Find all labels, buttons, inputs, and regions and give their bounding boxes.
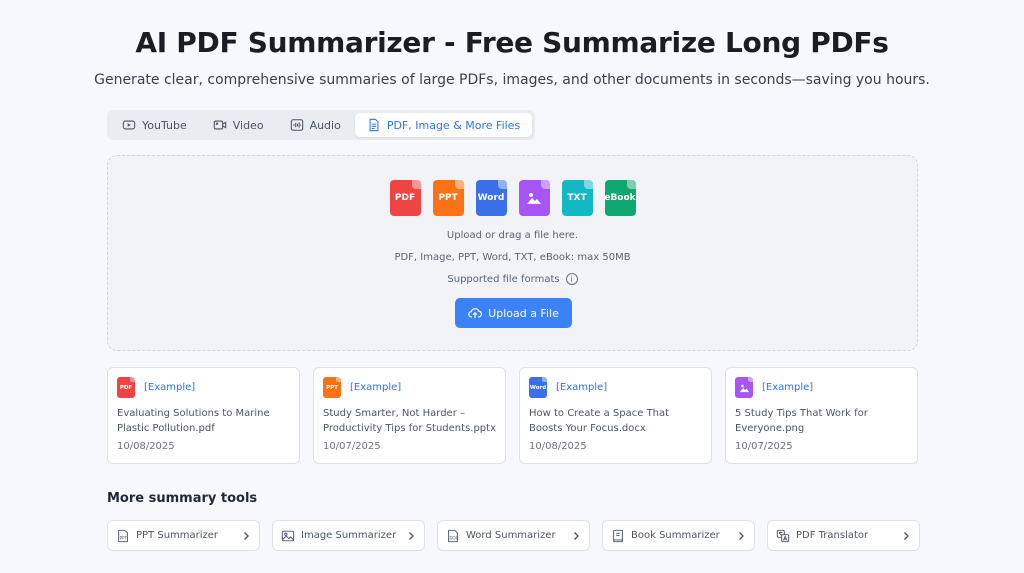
svg-text:PPT: PPT [120,535,128,540]
example-date: 10/08/2025 [117,441,175,452]
example-tag: [Example] [350,382,402,393]
upload-limits: PDF, Image, PPT, Word, TXT, eBook: max 5… [394,252,631,263]
upload-instruction: Upload or drag a file here. [446,230,579,241]
doc-icon: DOC [448,529,459,542]
tool-label: Image Summarizer [301,530,397,541]
supported-formats-label: Supported file formats [447,273,560,285]
txt-file-icon: TXT [561,180,593,216]
image-file-icon [518,180,550,216]
example-tag: [Example] [556,382,608,393]
example-card[interactable]: Word [Example] How to Create a Space Tha… [519,367,712,464]
upload-dropzone[interactable]: PDF PPT Word TXT eBook Upload or drag a … [107,155,918,351]
svg-text:DOC: DOC [450,535,459,540]
upload-button-label: Upload a File [488,306,559,320]
chevron-right-icon [409,531,414,540]
ppt-file-icon: PPT [432,180,464,216]
ppt-icon: PPT [118,529,128,542]
chevron-right-icon [739,531,744,540]
pdf-file-icon: PDF [389,180,421,216]
example-date: 10/07/2025 [735,441,793,452]
tab-audio[interactable]: Audio [278,113,353,137]
example-files: PDF [Example] Evaluating Solutions to Ma… [107,367,918,464]
image-icon [281,530,295,541]
example-card[interactable]: PDF [Example] Evaluating Solutions to Ma… [107,367,300,464]
ppt-file-icon: PPT [323,377,341,398]
tool-label: Book Summarizer [631,530,720,541]
cloud-upload-icon [468,308,483,319]
chevron-right-icon [904,531,909,540]
upload-file-button[interactable]: Upload a File [455,298,572,328]
file-type-icons: PDF PPT Word TXT eBook [108,180,917,216]
tab-files[interactable]: PDF, Image & More Files [354,113,533,137]
ebook-file-icon: eBook [604,180,636,216]
example-title: Study Smarter, Not Harder – Productivity… [323,408,496,434]
tab-youtube-label: YouTube [142,118,187,132]
tab-audio-label: Audio [309,118,341,132]
info-icon[interactable]: i [565,273,578,285]
page-title: AI PDF Summarizer - Free Summarize Long … [135,26,889,59]
book-icon [613,529,623,542]
page-subtitle: Generate clear, comprehensive summaries … [94,72,930,88]
audio-icon [290,119,303,131]
pdf-file-icon: PDF [117,377,135,398]
tab-youtube[interactable]: YouTube [110,113,199,137]
example-card[interactable]: PPT [Example] Study Smarter, Not Harder … [313,367,506,464]
example-title: Evaluating Solutions to Marine Plastic P… [117,408,270,434]
tool-book-summarizer[interactable]: Book Summarizer [602,520,755,551]
supported-formats: Supported file formats i [108,273,917,285]
tab-video[interactable]: Video [201,113,276,137]
video-icon [213,120,226,130]
source-tabs: YouTube Video Audio PDF, Image & More Fi… [107,110,536,140]
chevron-right-icon [244,531,249,540]
tab-video-label: Video [232,118,264,132]
tab-files-label: PDF, Image & More Files [386,118,521,132]
more-tools-heading: More summary tools [107,491,258,506]
translate-icon [776,529,790,542]
example-date: 10/08/2025 [529,441,587,452]
tool-label: PDF Translator [796,530,869,541]
file-icon [369,118,379,132]
example-card[interactable]: [Example] 5 Study Tips That Work for Eve… [725,367,918,464]
example-tag: [Example] [762,382,814,393]
example-date: 10/07/2025 [323,441,381,452]
example-title: How to Create a Space That Boosts Your F… [529,408,670,434]
tool-ppt-summarizer[interactable]: PPT PPT Summarizer [107,520,260,551]
image-file-icon [735,377,753,398]
tool-image-summarizer[interactable]: Image Summarizer [272,520,425,551]
word-file-icon: Word [475,180,507,216]
word-file-icon: Word [529,377,547,398]
tool-label: PPT Summarizer [136,530,219,541]
youtube-icon [122,120,136,130]
chevron-right-icon [574,531,579,540]
tool-word-summarizer[interactable]: DOC Word Summarizer [437,520,590,551]
more-tools-list: PPT PPT Summarizer Image Summarizer DOC … [107,520,920,551]
example-tag: [Example] [144,382,196,393]
tool-pdf-translator[interactable]: PDF Translator [767,520,920,551]
example-title: 5 Study Tips That Work for Everyone.png [735,408,868,434]
tool-label: Word Summarizer [466,530,556,541]
